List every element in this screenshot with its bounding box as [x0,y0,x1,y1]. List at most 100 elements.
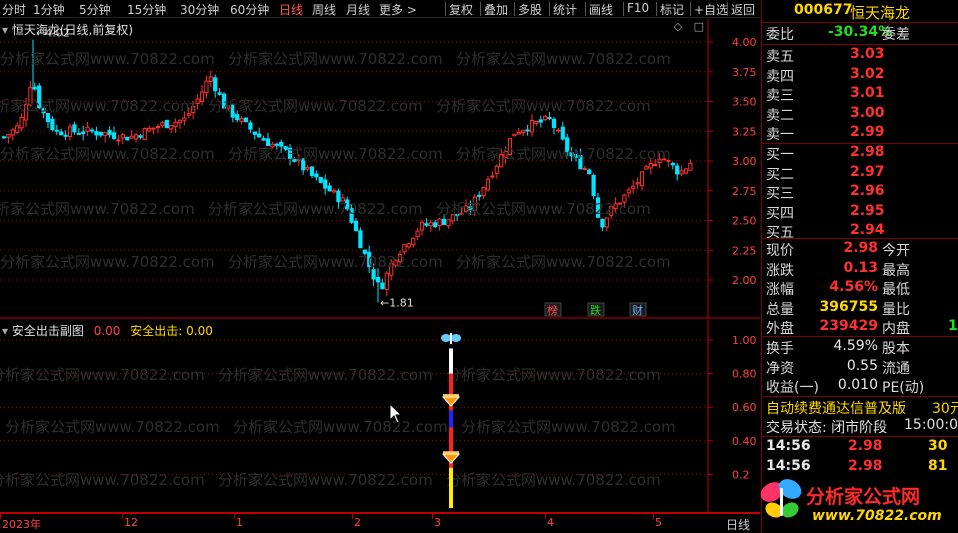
watermark: 分析家公式网www.70822.com [456,253,671,271]
candle-body [1,136,7,139]
butterfly-logo-icon [760,479,802,518]
indicator-chart[interactable]: 1.00 0.80 0.60 0.40 0.2 分析家公式网www.70822.com 分析… [0,320,760,512]
candle-body [587,169,592,175]
ask-label: 卖四 [766,68,794,85]
logo-title: 分析家公式网 [806,486,921,508]
bid-row[interactable]: 买四 2.95 [764,203,958,222]
candle-body [446,219,451,227]
candle-body [639,171,645,187]
stat-right-label: 最高 [882,262,910,279]
stat-row: 总量 396755 量比 [764,299,958,318]
candle-body [419,221,425,231]
diamond-signal-icon [441,453,461,464]
kline-svg: 4.003.753.503.253.002.752.502.252.00←4.0… [0,19,760,319]
weicha-label: 委差 [882,27,910,43]
stat-right-label: 流通 [882,360,910,377]
candle-body [107,129,112,136]
watermark: 分析家公式网www.70822.com [456,145,671,163]
diamond-icon[interactable]: ◇ [674,20,682,33]
candle-body [323,179,328,189]
period-tab-4[interactable]: 30分钟 [180,1,219,18]
x-tick-label: 12 [124,516,138,529]
stat-row: 换手 4.59% 股本 [764,338,958,357]
candle-body [653,164,658,167]
toolbar-button-1[interactable]: 叠加 [484,1,508,18]
y-tick-label: 2.75 [732,185,757,198]
candle-body [243,117,249,123]
stat-value: 2.98 [843,240,878,256]
candle-body [195,98,200,104]
toolbar-button-7[interactable]: +自选 [694,1,728,18]
indicator-collapse-icon[interactable]: ▾ [2,324,8,338]
stat-label: 现价 [766,243,794,259]
y-tick-label: 4.00 [732,36,757,49]
toolbar-button-0[interactable]: 复权 [449,1,473,18]
toolbar-button-8[interactable]: 返回 [731,1,755,18]
chart-collapse-icon[interactable]: ▾ [2,23,8,37]
period-label[interactable]: 日线 [726,516,750,533]
period-tab-0[interactable]: 分时 [2,1,26,18]
bid-row[interactable]: 买二 2.97 [764,164,958,183]
ask-row[interactable]: 卖三 3.01 [764,85,958,104]
toolbar-button-6[interactable]: 标记 [660,1,684,18]
bid-label: 买二 [766,166,794,183]
period-tab-9[interactable]: 更多 > [379,1,417,18]
bid-label: 买四 [766,205,794,222]
stat-right-label: PE(动) [882,380,925,396]
watermark: 分析家公式网www.70822.com [0,97,195,115]
candle-body [59,131,64,136]
x-tick-label: 3 [434,516,441,529]
period-tab-2[interactable]: 5分钟 [79,1,111,18]
candle-body [213,77,218,92]
stat-row: 现价 2.98 今开 [764,240,958,259]
toolbar-separator [480,2,481,16]
marquee-row[interactable]: 自动续费通达信普及版 30元 [764,398,958,417]
period-tab-3[interactable]: 15分钟 [127,1,166,18]
candle-body [494,165,499,174]
toolbar-button-3[interactable]: 统计 [553,1,577,18]
marquee-text[interactable]: 自动续费通达信普及版 [766,398,906,418]
period-tab-8[interactable]: 月线 [346,1,370,18]
stat-row: 收益(一) 0.010 PE(动) [764,377,958,396]
event-badge-label: 榜 [547,303,558,317]
bid-price: 2.95 [850,202,885,219]
toolbar-separator [623,2,624,16]
toolbar-button-2[interactable]: 多股 [518,1,542,18]
toolbar-button-5[interactable]: F10 [627,1,649,15]
candle-body [384,272,389,291]
weibi-row: 委比 -30.34% 委差 [764,24,958,43]
candle-body [72,124,77,133]
watermark: 分析家公式网www.70822.com [446,366,661,384]
kline-chart[interactable]: 4.00 3.75 3.50 3.25 3.00 2.75 2.50 2.25 2.00 ←4.0… [0,19,760,319]
ask-row[interactable]: 卖四 3.02 [764,66,958,85]
ask-row[interactable]: 卖五 3.03 [764,46,958,65]
period-tab-1[interactable]: 1分钟 [33,1,65,18]
period-tab-6[interactable]: 日线 [279,1,303,18]
period-tab-7[interactable]: 周线 [312,1,336,18]
watermark: 分析家公式网www.70822.com [5,418,220,436]
bid-row[interactable]: 买一 2.98 [764,144,958,163]
site-logo: 分析家公式网 www.70822.com [760,472,958,530]
toolbar-button-4[interactable]: 画线 [589,1,613,18]
bid-row[interactable]: 买三 2.96 [764,183,958,202]
x-tick-label: 5 [655,516,662,529]
y-tick-label: 2.00 [732,274,757,287]
y-tick-label: 3.00 [732,155,757,168]
y-tick-label: 3.75 [732,66,757,79]
candle-body [516,131,521,135]
ask-row[interactable]: 卖一 2.99 [764,124,958,143]
divider [762,44,958,45]
restore-icon[interactable]: □ [694,20,704,33]
period-tab-5[interactable]: 60分钟 [230,1,269,18]
candle-body [116,139,121,142]
ask-row[interactable]: 卖二 3.00 [764,105,958,124]
indicator-title-value: 0.00 [93,324,121,338]
watermark: 分析家公式网www.70822.com [436,200,651,218]
candle-body [125,136,130,141]
ask-label: 卖二 [766,107,794,124]
candle-body [477,194,482,197]
trade-status-time: 15:00:0 [904,417,958,433]
stat-label: 总量 [766,301,794,318]
stat-row: 涨跌 0.13 最高 [764,260,958,279]
candle-body [50,118,55,131]
